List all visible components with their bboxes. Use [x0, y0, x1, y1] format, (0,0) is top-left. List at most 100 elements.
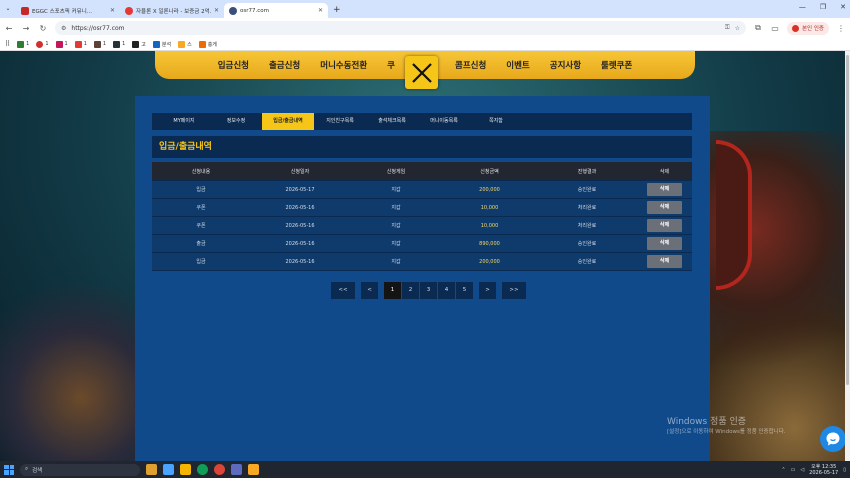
delete-button[interactable]: 삭제 [647, 255, 682, 268]
nav-withdraw[interactable]: 출금신청 [259, 59, 310, 71]
maximize-icon[interactable]: ❐ [820, 3, 826, 11]
bookmark-item[interactable]: 충게 [198, 40, 217, 48]
chrome-icon[interactable] [214, 464, 225, 475]
first-page-button[interactable]: << [331, 282, 355, 299]
browser-app-icon[interactable] [231, 464, 242, 475]
page-scrollbar[interactable] [845, 51, 850, 461]
watermark-title: Windows 정품 인증 [667, 417, 747, 427]
back-icon[interactable]: ← [4, 24, 14, 33]
tray-chevron-icon[interactable]: ⌃ [781, 467, 785, 473]
avatar [792, 24, 799, 32]
start-button[interactable] [4, 464, 14, 475]
tab-transactions[interactable]: 입금/출금내역 [262, 113, 314, 130]
address-bar[interactable]: ⚙ https://osr77.com ⚿ ☆ [55, 21, 746, 35]
sidebar-icon[interactable]: ▭ [770, 24, 780, 33]
taskbar-clock[interactable]: 오후 12:35 2026-05-17 [809, 464, 838, 476]
menu-icon[interactable]: ⋮ [836, 24, 846, 33]
page-button-3[interactable]: 3 [420, 282, 437, 299]
close-tab-icon[interactable]: ✕ [214, 7, 219, 14]
nav-roulette-coupon[interactable]: 룰렛쿠폰 [591, 59, 642, 71]
nav-comp[interactable]: 콤프신청 [445, 59, 496, 71]
notification-icon[interactable]: ▯ [843, 467, 846, 473]
copilot-icon[interactable] [163, 464, 174, 475]
next-page-button[interactable]: > [479, 282, 496, 299]
nav-coupon[interactable]: 쿠 [377, 59, 405, 71]
nav-deposit[interactable]: 입금신청 [208, 59, 259, 71]
nav-notice[interactable]: 공지사항 [540, 59, 591, 71]
column-header: 신청내용 [191, 168, 211, 175]
last-page-button[interactable]: >> [502, 282, 526, 299]
page-button-4[interactable]: 4 [438, 282, 455, 299]
cell-game: 지갑 [391, 223, 401, 229]
close-window-icon[interactable]: ✕ [840, 3, 846, 11]
browser-tab-2[interactable]: 자율론 X 일론나라 - 보증금 2억... ✕ [120, 3, 224, 18]
delete-button[interactable]: 삭제 [647, 201, 682, 214]
bookmark-label: 1 [64, 41, 68, 47]
bookmark-item[interactable]: 스 [178, 40, 192, 48]
forward-icon[interactable]: → [21, 24, 31, 33]
bookmark-star-icon[interactable]: ☆ [735, 25, 740, 32]
tab-title: EGGC 스포츠픽 커뮤니... [32, 8, 93, 15]
cell-status: 승인완료 [577, 187, 597, 193]
nav-money-transfer[interactable]: 머니수동전환 [310, 59, 377, 71]
bookmark-item[interactable]: 1 [36, 40, 49, 48]
taskbar-search[interactable]: ⌕ 검색 [20, 463, 140, 476]
reload-icon[interactable]: ↻ [38, 24, 48, 33]
bookmark-item[interactable]: 1 [113, 40, 126, 48]
bookmarks-bar: ⠿ 1 1 1 1 1 1 고 분석 스 충게 [0, 38, 850, 51]
tab-edit-info[interactable]: 정보수정 [210, 113, 262, 130]
close-tab-icon[interactable]: ✕ [110, 7, 115, 14]
table-row: 입금 2026-05-17 지갑 200,000 승인완료 삭제 [152, 181, 692, 199]
delete-button[interactable]: 삭제 [647, 219, 682, 232]
widget-icon[interactable] [146, 464, 157, 475]
delete-button[interactable]: 삭제 [647, 183, 682, 196]
browser-tab-3[interactable]: osr77.com ✕ [224, 3, 328, 18]
cell-date: 2026-05-16 [285, 258, 315, 265]
tab-attendance[interactable]: 출석체크목록 [366, 113, 418, 130]
edge-icon[interactable] [197, 464, 208, 475]
bookmark-item[interactable]: 고 [132, 40, 146, 48]
tab-search-button[interactable]: ⌄ [3, 4, 13, 14]
page-button-1[interactable]: 1 [384, 282, 401, 299]
table-row: 쿠폰 2026-05-16 지갑 10,000 처리완료 삭제 [152, 199, 692, 217]
bookmark-item[interactable]: 1 [55, 40, 68, 48]
extensions-icon[interactable]: ⧉ [753, 23, 763, 33]
tab-mypage[interactable]: MY페이지 [158, 113, 210, 130]
cell-type: 쿠폰 [196, 223, 206, 229]
windows-activation-watermark: Windows 정품 인증 [설정]으로 이동하여 Windows를 정품 인증… [667, 417, 786, 437]
file-explorer-icon[interactable] [180, 464, 191, 475]
close-menu-button[interactable] [405, 56, 438, 89]
new-tab-button[interactable]: + [328, 3, 346, 18]
bookmark-item[interactable]: 1 [93, 40, 106, 48]
key-icon[interactable]: ⚿ [725, 24, 730, 32]
tab-money-moves[interactable]: 머니이동목록 [418, 113, 470, 130]
close-tab-icon[interactable]: ✕ [318, 7, 323, 14]
chat-button[interactable] [820, 426, 846, 452]
folder-icon[interactable] [248, 464, 259, 475]
site-info-icon[interactable]: ⚙ [61, 25, 66, 32]
network-icon[interactable]: ▭ [791, 467, 796, 473]
bookmark-label: 충게 [207, 41, 217, 48]
bookmark-item[interactable]: 1 [17, 40, 29, 48]
bookmark-item[interactable]: 분석 [152, 40, 171, 48]
page-button-2[interactable]: 2 [402, 282, 419, 299]
delete-button[interactable]: 삭제 [647, 237, 682, 250]
clock-time: 오후 12:35 [811, 463, 837, 470]
cell-game: 지갑 [391, 241, 401, 247]
bookmark-favicon-icon [74, 40, 82, 48]
minimize-icon[interactable]: — [799, 3, 806, 11]
tab-messages[interactable]: 쪽지함 [470, 113, 522, 130]
tab-friends[interactable]: 지인친구목록 [314, 113, 366, 130]
nav-event[interactable]: 이벤트 [496, 59, 539, 71]
site-favicon-icon [21, 6, 29, 15]
page-viewport: 입금신청 출금신청 머니수동전환 쿠 콤프신청 이벤트 공지사항 룰렛쿠폰 MY… [0, 51, 850, 461]
profile-button[interactable]: 본인 인증 [787, 21, 829, 35]
browser-tab-1[interactable]: EGGC 스포츠픽 커뮤니... ✕ [16, 3, 120, 18]
volume-icon[interactable]: ◁ [800, 467, 804, 473]
scrollbar-thumb[interactable] [846, 55, 849, 385]
prev-page-button[interactable]: < [361, 282, 378, 299]
apps-icon[interactable]: ⠿ [5, 40, 10, 48]
page-button-5[interactable]: 5 [456, 282, 473, 299]
bookmark-label: 1 [122, 41, 126, 47]
bookmark-item[interactable]: 1 [74, 40, 87, 48]
